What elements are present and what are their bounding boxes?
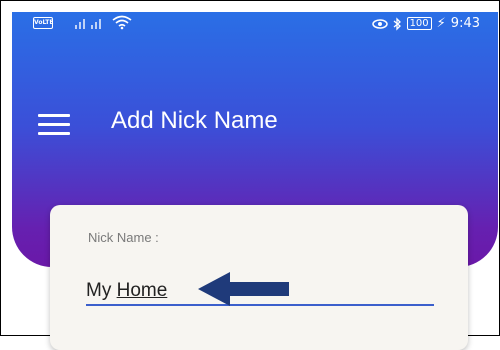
volte-icon: VoLTE (33, 17, 53, 29)
charging-icon: ⚡ (436, 16, 446, 31)
battery-level: 100 (409, 18, 429, 29)
pointer-arrow-icon (198, 272, 289, 306)
eye-icon (371, 18, 388, 29)
status-right-group: 100 ⚡ 9:43 (371, 16, 480, 31)
nickname-field-label: Nick Name : (88, 230, 159, 245)
signal-icon (75, 15, 132, 30)
battery-icon: 100 (406, 17, 432, 30)
wifi-icon (112, 15, 132, 30)
page-title: Add Nick Name (111, 107, 278, 134)
hamburger-menu-icon[interactable] (38, 114, 70, 136)
bluetooth-icon (393, 16, 401, 31)
status-time: 9:43 (450, 16, 480, 31)
